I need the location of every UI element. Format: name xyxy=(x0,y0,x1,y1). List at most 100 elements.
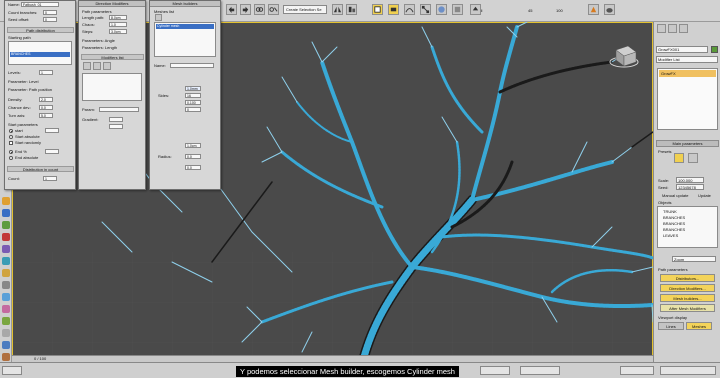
update-button[interactable]: Update xyxy=(698,193,711,198)
levels-field[interactable]: 1 xyxy=(39,70,53,75)
mesh-field-1[interactable]: 1.0mm xyxy=(185,86,201,91)
distribution-header[interactable]: Distribution in count xyxy=(7,166,74,172)
curve-tool-icon[interactable] xyxy=(2,353,10,361)
coordinate-field[interactable] xyxy=(480,366,510,375)
mesh-field-4[interactable]: 0 xyxy=(185,107,201,112)
object-name-field[interactable]: GrowFX001 xyxy=(656,46,708,53)
steps-field[interactable]: 3.0cm xyxy=(109,29,127,34)
gradient-field[interactable] xyxy=(109,117,123,122)
mirror-tool-icon[interactable] xyxy=(2,317,10,325)
viewport-navigation[interactable] xyxy=(660,366,716,375)
layer-icon[interactable] xyxy=(372,4,383,15)
tree-item[interactable]: LEAVES xyxy=(663,233,678,238)
end-field[interactable] xyxy=(45,149,59,154)
path-distribution-header[interactable]: Path distribution xyxy=(7,27,74,33)
copy-modifier-icon[interactable] xyxy=(103,62,111,70)
end-radio[interactable] xyxy=(9,150,13,154)
start-radio[interactable] xyxy=(9,129,13,133)
modifier-list-dropdown[interactable]: Modifier List xyxy=(656,56,718,63)
spinner-snap-icon[interactable] xyxy=(2,293,10,301)
save-preset-icon[interactable] xyxy=(688,153,698,163)
seed-field[interactable]: 12345678 xyxy=(676,184,704,190)
place-icon[interactable] xyxy=(2,245,10,253)
edit-named-icon[interactable] xyxy=(2,305,10,313)
count-branches-field[interactable]: 0 xyxy=(43,10,57,15)
open-preset-icon[interactable] xyxy=(674,153,684,163)
mirror-icon[interactable] xyxy=(332,4,343,15)
remove-modifier-icon[interactable] xyxy=(93,62,101,70)
start-random-check[interactable] xyxy=(9,141,13,145)
start-absolute-radio[interactable] xyxy=(9,135,13,139)
key-filters[interactable] xyxy=(520,366,560,375)
end-absolute-radio[interactable] xyxy=(9,156,13,160)
modifiers-list[interactable] xyxy=(82,73,142,101)
redo-icon[interactable] xyxy=(240,4,251,15)
playback-controls[interactable] xyxy=(620,366,654,375)
material-editor-icon[interactable] xyxy=(436,4,447,15)
count-field[interactable]: 1 xyxy=(43,176,57,181)
maxscript-listener[interactable] xyxy=(2,366,22,375)
list-item[interactable]: BRANCHES xyxy=(10,52,70,57)
mesh-field-7[interactable]: 0.0 xyxy=(185,165,201,170)
modifier-stack[interactable]: GrowFX xyxy=(657,68,718,130)
render-setup-icon[interactable] xyxy=(452,4,463,15)
schematic-icon[interactable] xyxy=(420,4,431,15)
modifiers-list-header[interactable]: Modifiers list xyxy=(81,54,144,60)
turn-axis-field[interactable]: 5.0 xyxy=(39,113,53,118)
modify-tab-icon[interactable] xyxy=(668,24,677,33)
unlink-icon[interactable] xyxy=(268,4,279,15)
link-icon[interactable] xyxy=(254,4,265,15)
mesh-name-field[interactable] xyxy=(170,63,214,68)
after-mesh-modifiers-button[interactable]: After Mesh Modifiers xyxy=(660,304,715,312)
tree-item[interactable]: BRANCHES xyxy=(663,221,685,226)
distributors-button[interactable]: Distributors... xyxy=(660,274,715,282)
tree-item[interactable]: BRANCHES xyxy=(663,215,685,220)
mesh-field-5[interactable]: 1.0cm xyxy=(185,143,201,148)
stack-item-growfx[interactable]: GrowFX xyxy=(659,70,716,77)
mesh-builders-button[interactable]: Mesh builders... xyxy=(660,294,715,302)
time-slider[interactable]: 0 / 100 xyxy=(12,355,653,362)
angle-snap-icon[interactable] xyxy=(2,269,10,277)
undo-icon[interactable] xyxy=(226,4,237,15)
select-rotate-icon[interactable] xyxy=(2,221,10,229)
select-move-icon[interactable] xyxy=(2,209,10,217)
name-field[interactable]: Fatbush_01 xyxy=(21,2,59,7)
ribbon-icon[interactable] xyxy=(2,341,10,349)
direction-modifiers-button[interactable]: Direction Modifiers... xyxy=(660,284,715,292)
named-selection-dropdown[interactable]: Create Selection Se xyxy=(283,5,327,14)
add-mesh-icon[interactable] xyxy=(155,14,162,21)
hierarchy-tab-icon[interactable] xyxy=(679,24,688,33)
mesh-field-6[interactable]: 0.0 xyxy=(185,154,201,159)
density-field[interactable]: 2.0 xyxy=(39,97,53,102)
mesh-field-3[interactable]: 0.100 xyxy=(185,100,201,105)
chance-field[interactable]: 0.0 xyxy=(39,105,53,110)
start-field[interactable] xyxy=(45,128,59,133)
cylinder-mesh-item[interactable]: Cylinder mesh xyxy=(156,24,214,29)
render-frame-icon[interactable] xyxy=(470,4,481,15)
param-field[interactable] xyxy=(99,107,139,112)
align-icon[interactable] xyxy=(346,4,357,15)
lines-button[interactable]: Lines xyxy=(658,322,684,330)
mesh-field-2[interactable]: 16 xyxy=(185,93,201,98)
percent-snap-icon[interactable] xyxy=(2,281,10,289)
scale-field[interactable]: 100.000 xyxy=(676,177,704,183)
create-tab-icon[interactable] xyxy=(657,24,666,33)
snap-icon[interactable] xyxy=(2,257,10,265)
meshes-button[interactable]: Meshes xyxy=(686,322,712,330)
chaos-field[interactable]: 1.0 xyxy=(109,22,127,27)
objects-tree[interactable]: TRUNK BRANCHES BRANCHES BRANCHES LEAVES xyxy=(657,206,718,248)
meshes-list[interactable]: Cylinder mesh xyxy=(154,22,216,57)
object-color-swatch[interactable] xyxy=(711,46,718,53)
starting-path-list[interactable]: BRANCHES xyxy=(8,41,72,65)
main-params-rollout[interactable]: Main parameters xyxy=(656,140,719,147)
seed-offset-field[interactable]: 0 xyxy=(43,17,57,22)
select-object-icon[interactable] xyxy=(2,197,10,205)
gradient-field-2[interactable] xyxy=(109,124,123,129)
length-path-field[interactable]: 8.0cm xyxy=(109,15,127,20)
curve-editor-icon[interactable] xyxy=(404,4,415,15)
tree-item[interactable]: TRUNK xyxy=(663,209,677,214)
tree-item[interactable]: BRANCHES xyxy=(663,227,685,232)
select-scale-icon[interactable] xyxy=(2,233,10,241)
scene-explorer-icon[interactable] xyxy=(388,4,399,15)
add-modifier-icon[interactable] xyxy=(83,62,91,70)
